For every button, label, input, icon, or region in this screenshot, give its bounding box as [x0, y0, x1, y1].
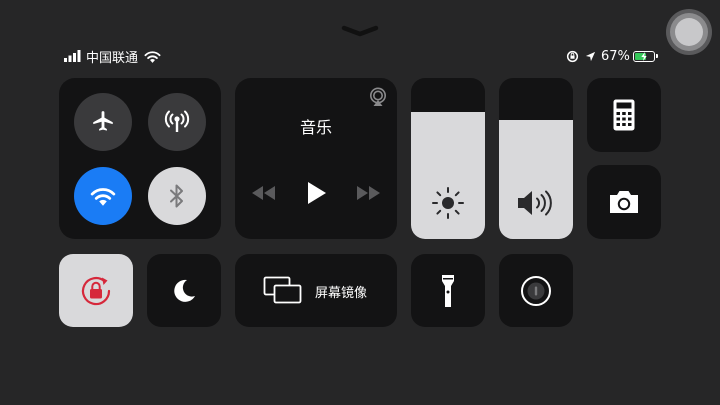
- signal-bars-icon: [64, 50, 81, 62]
- cellular-antenna-icon: [164, 110, 190, 132]
- play-icon[interactable]: [307, 181, 327, 205]
- volume-slider[interactable]: [499, 78, 573, 239]
- airplay-icon[interactable]: [368, 87, 388, 107]
- chevron-down-icon: [341, 25, 379, 37]
- screen-recording-icon: [521, 275, 551, 306]
- screen-mirroring-icon: [263, 276, 302, 304]
- assistive-touch-core: [675, 18, 703, 46]
- status-bar-left: 中国联通: [64, 44, 161, 68]
- assistive-touch-ring: [670, 13, 708, 51]
- orientation-lock-icon: [566, 50, 579, 62]
- previous-icon[interactable]: [252, 186, 276, 200]
- screen-mirroring-button[interactable]: 屏幕镜像: [235, 254, 397, 327]
- do-not-disturb-toggle[interactable]: [147, 254, 221, 327]
- orientation-lock-toggle[interactable]: [59, 254, 133, 327]
- volume-level-fill: [499, 119, 573, 239]
- dismiss-chevron[interactable]: [340, 22, 380, 40]
- screen-mirroring-label: 屏幕镜像: [315, 286, 368, 301]
- assistive-touch-button[interactable]: [666, 9, 712, 55]
- flashlight-button[interactable]: [411, 254, 485, 327]
- orientation-lock-icon: [81, 276, 111, 305]
- charging-bolt-icon: [641, 51, 647, 61]
- camera-button[interactable]: [587, 165, 661, 239]
- speaker-icon: [518, 190, 552, 216]
- moon-icon: [174, 279, 195, 302]
- wifi-toggle[interactable]: [74, 167, 132, 225]
- wifi-icon: [90, 188, 116, 206]
- carrier-name: 中国联通: [86, 50, 139, 66]
- connectivity-module: [59, 78, 221, 239]
- bluetooth-toggle[interactable]: [148, 167, 206, 225]
- screen-recording-button[interactable]: [499, 254, 573, 327]
- wifi-icon: [144, 50, 161, 63]
- camera-icon: [610, 191, 638, 213]
- flashlight-icon: [442, 274, 454, 307]
- battery-charging-icon: [632, 50, 658, 62]
- bluetooth-icon: [170, 184, 183, 208]
- location-arrow-icon: [585, 51, 596, 61]
- brightness-slider[interactable]: [411, 78, 485, 239]
- music-module[interactable]: 音乐: [235, 78, 397, 239]
- airplane-mode-toggle[interactable]: [74, 93, 132, 151]
- airplane-icon: [93, 111, 113, 131]
- battery-percent: 67%: [601, 48, 630, 64]
- calculator-icon: [613, 99, 635, 131]
- sun-icon: [432, 187, 464, 219]
- calculator-button[interactable]: [587, 78, 661, 152]
- status-bar-right: 67%: [566, 44, 658, 68]
- music-title: 音乐: [299, 118, 332, 137]
- battery-cap: [655, 54, 658, 58]
- cellular-data-toggle[interactable]: [148, 93, 206, 151]
- next-icon[interactable]: [356, 186, 380, 200]
